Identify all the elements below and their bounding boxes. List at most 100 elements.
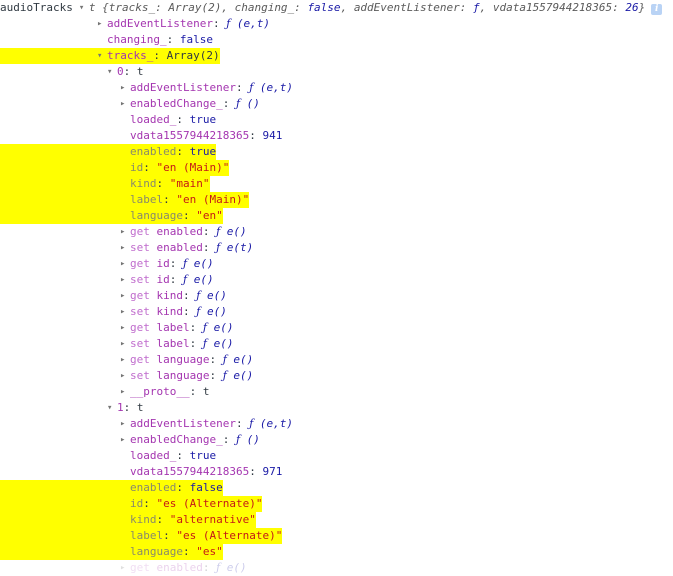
property-key: tracks_ bbox=[107, 49, 154, 62]
disclosure-triangle-closed[interactable] bbox=[120, 560, 130, 576]
tree-row[interactable]: kind: "main" bbox=[0, 176, 293, 192]
tree-row-content: kind: "alternative" bbox=[0, 512, 256, 528]
tree-row[interactable]: get kind: ƒ e() bbox=[0, 288, 293, 304]
tree-row[interactable]: id: "es (Alternate)" bbox=[0, 496, 293, 512]
function-symbol: ƒ bbox=[196, 305, 201, 318]
property-key: kind bbox=[156, 289, 184, 302]
info-icon[interactable]: i bbox=[651, 4, 663, 15]
property-separator: : bbox=[222, 433, 236, 446]
disclosure-triangle-open[interactable] bbox=[107, 64, 117, 80]
tree-row[interactable]: vdata1557944218365: 941 bbox=[0, 128, 293, 144]
property-separator: : bbox=[176, 113, 190, 126]
tree-row[interactable]: get language: ƒ e() bbox=[0, 352, 293, 368]
disclosure-triangle-closed[interactable] bbox=[120, 336, 130, 352]
property-key: vdata1557944218365 bbox=[130, 129, 250, 142]
object-summary-line[interactable]: audioTracks t {tracks_: Array(2), changin… bbox=[0, 0, 663, 16]
tree-row[interactable]: addEventListener: ƒ (e,t) bbox=[0, 416, 293, 432]
tree-row-content: get enabled: ƒ e() bbox=[0, 560, 247, 576]
property-value: "es (Alternate)" bbox=[156, 497, 263, 510]
property-separator: : bbox=[143, 161, 157, 174]
property-key: label bbox=[156, 337, 190, 350]
tree-row[interactable]: get id: ƒ e() bbox=[0, 256, 293, 272]
tree-row[interactable]: language: "en" bbox=[0, 208, 293, 224]
property-separator: : bbox=[182, 545, 197, 558]
property-key: __proto__ bbox=[130, 385, 190, 398]
disclosure-triangle-closed[interactable] bbox=[120, 272, 130, 288]
console-object-inspector[interactable]: audioTracks t {tracks_: Array(2), changin… bbox=[0, 0, 673, 574]
property-value: "es (Alternate)" bbox=[176, 529, 283, 542]
object-tree[interactable]: addEventListener: ƒ (e,t)changing_: fals… bbox=[0, 16, 293, 576]
tree-row[interactable]: enabled: true bbox=[0, 144, 293, 160]
tree-row[interactable]: language: "es" bbox=[0, 544, 293, 560]
tree-row[interactable]: get label: ƒ e() bbox=[0, 320, 293, 336]
disclosure-triangle-closed[interactable] bbox=[120, 352, 130, 368]
disclosure-triangle-closed[interactable] bbox=[120, 240, 130, 256]
tree-row[interactable]: changing_: false bbox=[0, 32, 293, 48]
property-separator: : bbox=[222, 97, 236, 110]
property-value: "alternative" bbox=[169, 513, 256, 526]
disclosure-triangle-closed[interactable] bbox=[120, 384, 130, 400]
function-symbol: ƒ bbox=[249, 417, 254, 430]
root-disclosure-triangle[interactable] bbox=[79, 0, 89, 16]
tree-row[interactable]: set label: ƒ e() bbox=[0, 336, 293, 352]
tree-row[interactable]: label: "es (Alternate)" bbox=[0, 528, 293, 544]
disclosure-triangle-closed[interactable] bbox=[120, 368, 130, 384]
tree-row[interactable]: set id: ƒ e() bbox=[0, 272, 293, 288]
disclosure-triangle-open[interactable] bbox=[107, 400, 117, 416]
disclosure-triangle-closed[interactable] bbox=[120, 288, 130, 304]
tree-row[interactable]: 0: t bbox=[0, 64, 293, 80]
tree-row[interactable]: set kind: ƒ e() bbox=[0, 304, 293, 320]
disclosure-triangle-closed[interactable] bbox=[120, 80, 130, 96]
disclosure-triangle-closed[interactable] bbox=[120, 256, 130, 272]
tree-row-content: get language: ƒ e() bbox=[0, 352, 253, 368]
property-value: ƒ e() bbox=[183, 257, 214, 270]
disclosure-triangle-closed[interactable] bbox=[120, 96, 130, 112]
tree-row[interactable]: 1: t bbox=[0, 400, 293, 416]
tree-row[interactable]: get enabled: ƒ e() bbox=[0, 560, 293, 576]
tree-row[interactable]: enabled: false bbox=[0, 480, 293, 496]
property-key: addEventListener bbox=[107, 17, 213, 30]
tree-row[interactable]: enabledChange_: ƒ () bbox=[0, 96, 293, 112]
tree-row[interactable]: label: "en (Main)" bbox=[0, 192, 293, 208]
tree-row-content: get id: ƒ e() bbox=[0, 256, 214, 272]
tree-row-content: enabled: true bbox=[0, 144, 217, 160]
tree-row[interactable]: loaded_: true bbox=[0, 448, 293, 464]
disclosure-triangle-closed[interactable] bbox=[120, 416, 130, 432]
function-symbol: ƒ bbox=[235, 433, 241, 446]
tree-row[interactable]: loaded_: true bbox=[0, 112, 293, 128]
property-separator: : bbox=[235, 81, 250, 94]
tree-row[interactable]: id: "en (Main)" bbox=[0, 160, 293, 176]
property-key: enabled bbox=[156, 241, 203, 254]
tree-row[interactable]: set language: ƒ e() bbox=[0, 368, 293, 384]
disclosure-triangle-closed[interactable] bbox=[120, 304, 130, 320]
function-symbol: ƒ bbox=[235, 97, 241, 110]
tree-row-content: vdata1557944218365: 941 bbox=[0, 128, 282, 144]
tree-row[interactable]: tracks_: Array(2) bbox=[0, 48, 293, 64]
disclosure-triangle-closed[interactable] bbox=[120, 224, 130, 240]
tree-row-content: set language: ƒ e() bbox=[0, 368, 253, 384]
tree-row[interactable]: addEventListener: ƒ (e,t) bbox=[0, 80, 293, 96]
property-value: t bbox=[136, 401, 144, 414]
property-separator: : bbox=[156, 177, 170, 190]
property-value: true bbox=[189, 113, 217, 126]
tree-row[interactable]: set enabled: ƒ e(t) bbox=[0, 240, 293, 256]
disclosure-triangle-closed[interactable] bbox=[97, 16, 107, 32]
disclosure-triangle-closed[interactable] bbox=[120, 320, 130, 336]
property-key: vdata1557944218365 bbox=[130, 465, 250, 478]
tree-row-content: tracks_: Array(2) bbox=[0, 48, 220, 64]
property-key: loaded_ bbox=[130, 113, 177, 126]
tree-row[interactable]: __proto__: t bbox=[0, 384, 293, 400]
property-value: ƒ e() bbox=[222, 369, 254, 382]
preview-key: tracks_: bbox=[108, 1, 169, 14]
preview-value: ƒ bbox=[473, 1, 480, 14]
disclosure-triangle-open[interactable] bbox=[97, 48, 107, 64]
tree-row[interactable]: vdata1557944218365: 971 bbox=[0, 464, 293, 480]
property-separator: : bbox=[249, 129, 263, 142]
tree-row[interactable]: kind: "alternative" bbox=[0, 512, 293, 528]
tree-row[interactable]: enabledChange_: ƒ () bbox=[0, 432, 293, 448]
disclosure-triangle-closed[interactable] bbox=[120, 432, 130, 448]
property-value: ƒ e() bbox=[222, 353, 254, 366]
tree-row[interactable]: addEventListener: ƒ (e,t) bbox=[0, 16, 293, 32]
property-value: ƒ (e,t) bbox=[249, 81, 294, 94]
tree-row[interactable]: get enabled: ƒ e() bbox=[0, 224, 293, 240]
